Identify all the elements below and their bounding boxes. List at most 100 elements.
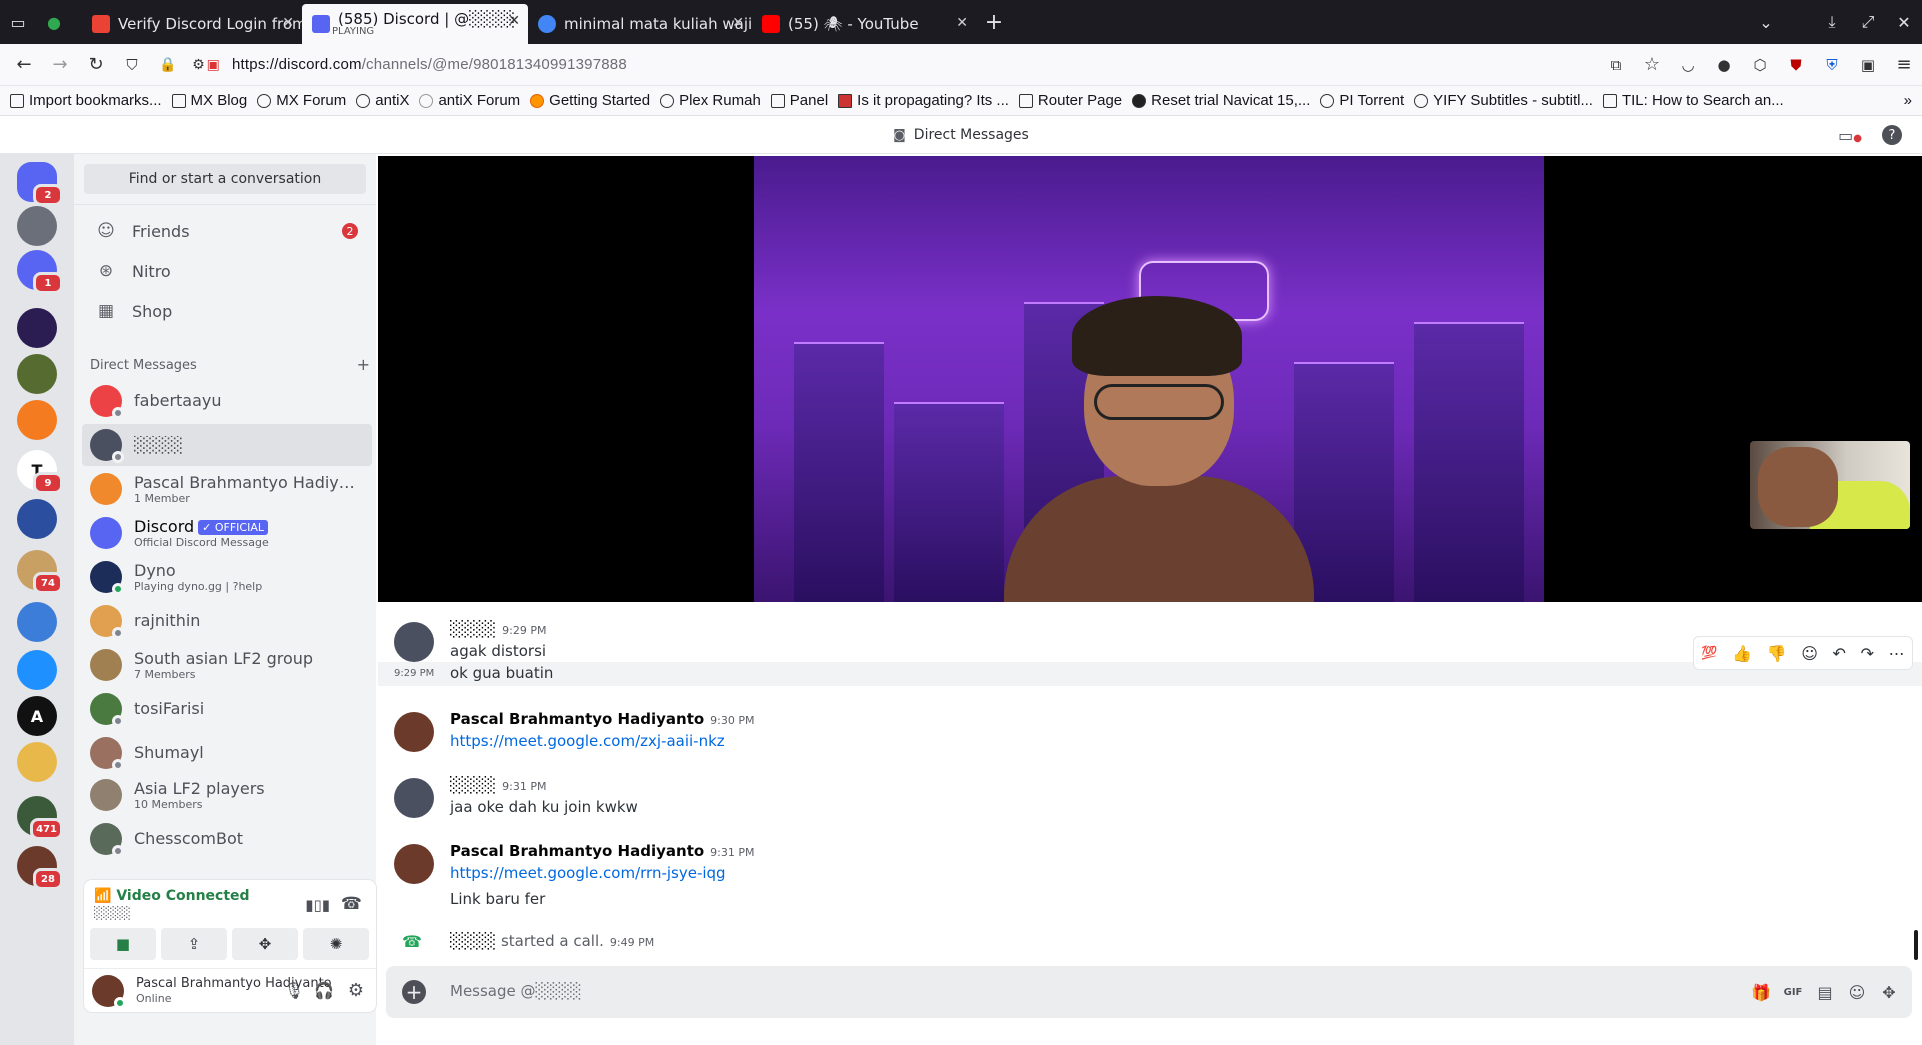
server-icon[interactable] — [17, 400, 57, 440]
avatar[interactable] — [394, 622, 434, 662]
picture-in-picture-icon[interactable]: ⧉ — [1598, 47, 1634, 83]
avatar[interactable] — [394, 778, 434, 818]
ublock-icon[interactable]: ⛊ — [1778, 47, 1814, 83]
dm-item[interactable]: tosiFarisi — [82, 688, 372, 730]
server-icon[interactable]: A — [17, 696, 57, 736]
attach-plus-button[interactable]: + — [402, 980, 426, 1004]
bookmark-item[interactable]: Router Page — [1018, 92, 1122, 109]
tab-youtube[interactable]: (55) 🕷 - YouTube ✕ — [752, 6, 976, 42]
dm-item[interactable]: Asia LF2 players 10 Members — [82, 774, 372, 816]
chat-scrollbar[interactable] — [1914, 930, 1918, 960]
message-author[interactable]: ░░░░ 9:31 PM — [450, 776, 546, 794]
server-icon[interactable]: 471 — [17, 796, 63, 840]
server-icon[interactable] — [17, 742, 57, 782]
lock-icon[interactable]: 🔒 — [150, 47, 186, 83]
pocket-icon[interactable]: ◡ — [1670, 47, 1706, 83]
url-bar[interactable]: https://discord.com/channels/@me/9801813… — [232, 56, 627, 73]
reply-icon[interactable]: ↶ — [1833, 644, 1846, 663]
avatar[interactable] — [394, 844, 434, 884]
close-tab-icon[interactable]: ✕ — [282, 15, 294, 31]
server-icon[interactable]: 1 — [17, 250, 63, 294]
caller-name[interactable]: ░░░░ — [450, 932, 496, 950]
dm-item[interactable]: Dyno Playing dyno.gg | ?help — [82, 556, 372, 598]
dm-item[interactable]: ░░░░ — [82, 424, 372, 466]
server-icon[interactable]: 28 — [17, 846, 63, 890]
chevron-down-icon[interactable]: ⌄ — [1748, 4, 1784, 40]
dm-item[interactable]: Shumayl — [82, 732, 372, 774]
gif-icon[interactable]: GIF — [1780, 980, 1806, 1004]
dm-item[interactable]: ChesscomBot — [82, 818, 372, 860]
more-options-icon[interactable]: ⋯ — [1889, 644, 1905, 663]
bookmark-item[interactable]: Import bookmarks... — [10, 92, 162, 109]
bookmark-item[interactable]: Reset trial Navicat 15,... — [1132, 92, 1310, 109]
message-link[interactable]: https://meet.google.com/zxj-aaii-nkz — [450, 732, 725, 750]
close-tab-icon[interactable]: ✕ — [732, 15, 744, 31]
extensions-icon[interactable]: ⬡ — [1742, 47, 1778, 83]
bookmark-star-icon[interactable]: ☆ — [1634, 47, 1670, 83]
bookmarks-overflow-icon[interactable]: » — [1904, 92, 1912, 109]
apps-icon[interactable]: ✥ — [1876, 980, 1902, 1004]
bookmark-item[interactable]: PI Torrent — [1320, 92, 1404, 109]
forward-icon[interactable]: → — [42, 47, 78, 83]
forward-icon[interactable]: ↷ — [1861, 644, 1874, 663]
account-avatar-icon[interactable]: ● — [1706, 47, 1742, 83]
server-icon[interactable] — [17, 650, 57, 690]
noise-suppression-icon[interactable]: ▮▯▮ — [305, 896, 330, 914]
server-icon[interactable] — [17, 206, 57, 246]
voice-status[interactable]: 📶 Video Connected — [94, 888, 250, 904]
server-icon[interactable] — [17, 602, 57, 642]
bookmark-item[interactable]: TIL: How to Search an... — [1602, 92, 1784, 109]
message-author[interactable]: ░░░░ 9:29 PM — [450, 620, 546, 638]
bookmark-item[interactable]: Getting Started — [530, 92, 650, 109]
dm-item[interactable]: South asian LF2 group 7 Members — [82, 644, 372, 686]
tab-discord[interactable]: (585) Discord | @░░░░ PLAYING ✕ — [302, 4, 528, 44]
bookmark-item[interactable]: antiX Forum — [419, 92, 520, 109]
server-icon[interactable]: 74 — [17, 550, 63, 594]
find-conversation-button[interactable]: Find or start a conversation — [84, 164, 366, 194]
bookmark-item[interactable]: MX Blog — [171, 92, 247, 109]
bookmark-item[interactable]: YIFY Subtitles - subtitl... — [1414, 92, 1593, 109]
avatar[interactable] — [394, 712, 434, 752]
add-reaction-icon[interactable]: ☺ — [1801, 644, 1818, 663]
bookmark-item[interactable]: Is it propagating? Its ... — [838, 92, 1009, 109]
nav-nitro[interactable]: ⊛ Nitro — [84, 252, 368, 290]
bookmark-item[interactable]: Panel — [770, 92, 828, 109]
bookmark-item[interactable]: MX Forum — [257, 92, 346, 109]
screen-share-button[interactable]: ⇪ — [161, 928, 227, 960]
reaction-thumbs-up-button[interactable]: 👍 — [1732, 644, 1752, 663]
create-dm-icon[interactable]: + — [357, 357, 370, 373]
close-tab-icon[interactable]: ✕ — [956, 15, 968, 31]
nav-shop[interactable]: ▦ Shop — [84, 292, 368, 330]
avatar[interactable] — [92, 974, 126, 1009]
bookmark-item[interactable]: antiX — [356, 92, 409, 109]
dm-item[interactable]: fabertaayu — [82, 380, 372, 422]
message-author[interactable]: Pascal Brahmantyo Hadiyanto 9:31 PM — [450, 842, 755, 860]
soundboard-button[interactable]: ✺ — [303, 928, 369, 960]
server-icon[interactable] — [17, 354, 57, 394]
inbox-icon[interactable]: ▭● — [1838, 126, 1862, 145]
microphone-icon[interactable]: 🎙 — [284, 981, 304, 1000]
reaction-thumbs-down-button[interactable]: 👎 — [1767, 644, 1787, 663]
gift-icon[interactable]: 🎁 — [1748, 980, 1774, 1004]
camera-button[interactable]: ■ — [90, 928, 156, 960]
menu-icon[interactable]: ≡ — [1886, 47, 1922, 83]
server-icon[interactable] — [17, 499, 57, 539]
server-icon[interactable]: 2 — [17, 162, 63, 206]
screenshot-icon[interactable]: ▣ — [1850, 47, 1886, 83]
emoji-icon[interactable]: ☺ — [1844, 980, 1870, 1004]
message-input[interactable]: Message @░░░░ — [450, 982, 582, 1000]
new-tab-icon[interactable]: + — [976, 4, 1012, 40]
tab-verify-discord[interactable]: Verify Discord Login from ✕ — [82, 6, 302, 42]
dm-item[interactable]: Discord ✓ OFFICIAL Official Discord Messag… — [82, 512, 372, 554]
close-tab-icon[interactable]: ✕ — [508, 13, 520, 29]
close-window-icon[interactable]: ✕ — [1886, 4, 1922, 40]
message-author[interactable]: Pascal Brahmantyo Hadiyanto 9:30 PM — [450, 710, 755, 728]
settings-gear-icon[interactable]: ⚙ — [348, 980, 364, 1001]
reaction-100-button[interactable]: 💯 — [1701, 646, 1717, 661]
tab-minimal-mata-kuliah[interactable]: minimal mata kuliah wajib ✕ — [528, 6, 752, 42]
extension-badge-icon[interactable]: ● — [36, 4, 72, 40]
activities-button[interactable]: ✥ — [232, 928, 298, 960]
dm-item[interactable]: rajnithin — [82, 600, 372, 642]
permissions-icon[interactable]: ⚙ ▣ — [186, 47, 226, 83]
reload-icon[interactable]: ↻ — [78, 47, 114, 83]
